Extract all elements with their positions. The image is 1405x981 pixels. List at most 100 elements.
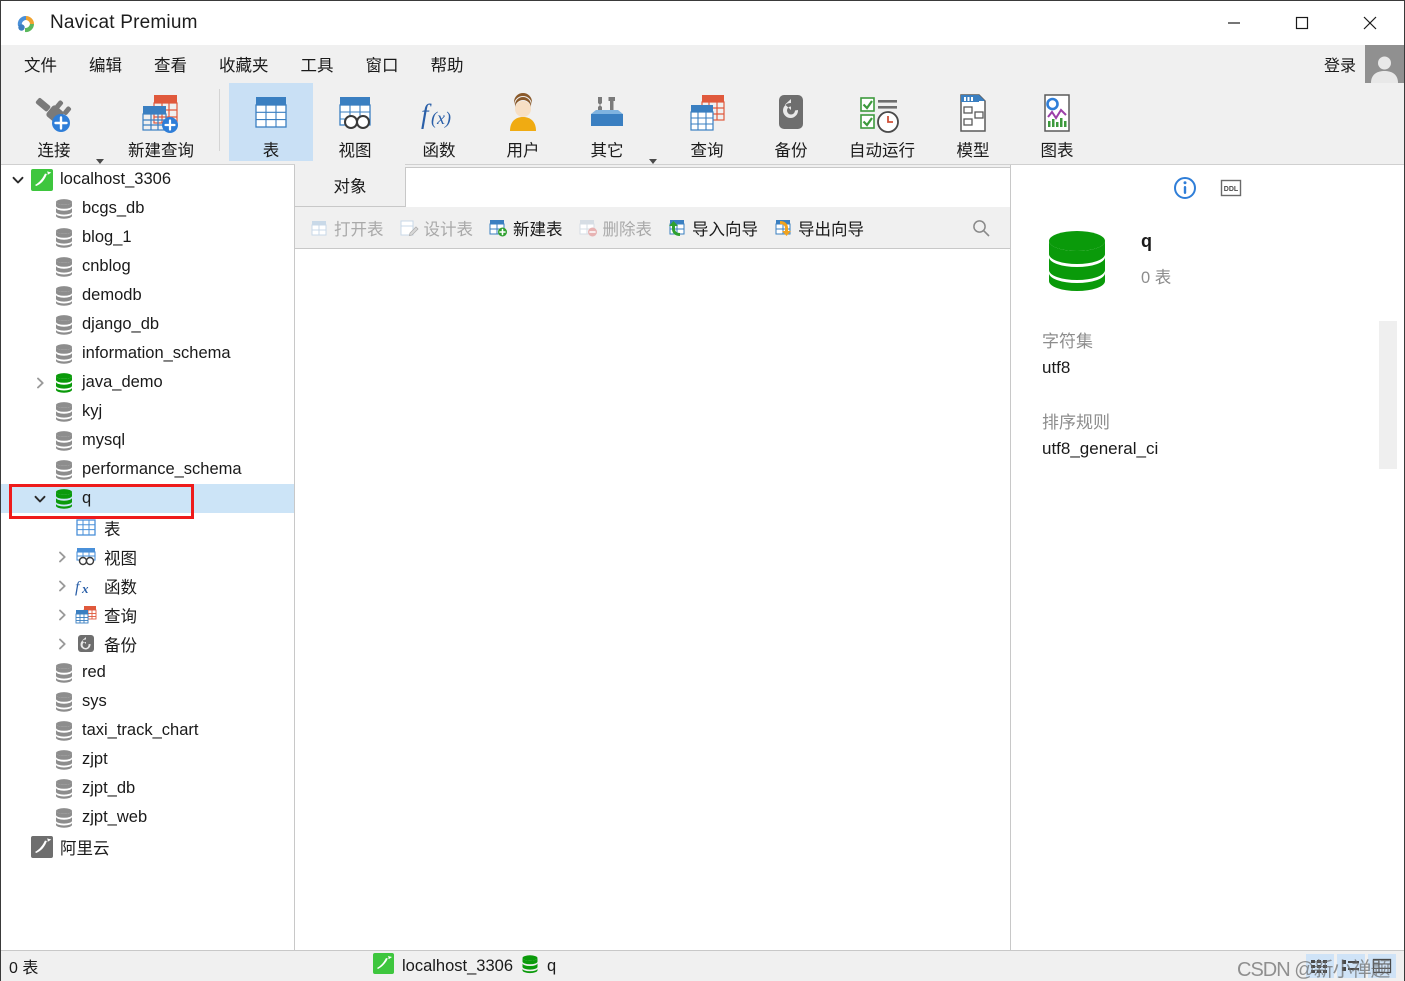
chevron-down-icon[interactable] — [29, 492, 51, 506]
tree-item-zjpt_db[interactable]: zjpt_db — [1, 774, 294, 803]
tree-item-performance_schema[interactable]: performance_schema — [1, 455, 294, 484]
open-table-button[interactable]: 打开表 — [301, 212, 391, 244]
main-body: localhost_3306 bcgs_db blog_1cnblog demodb d… — [1, 164, 1404, 950]
toolbar-button-automation[interactable]: 自动运行 — [833, 83, 931, 161]
tree-item-函数[interactable]: f x 函数 — [1, 571, 294, 600]
import-wizard-button[interactable]: 导入向导 — [659, 212, 765, 244]
toolbar-button-model[interactable]: 模型 — [931, 83, 1015, 161]
tree-item-localhost_3306[interactable]: localhost_3306 — [1, 165, 294, 194]
menu-view[interactable]: 查看 — [140, 49, 201, 79]
menu-favorites[interactable]: 收藏夹 — [205, 49, 283, 79]
toolbar-label-function: 函数 — [422, 142, 456, 160]
connection-tree-sidebar[interactable]: localhost_3306 bcgs_db blog_1cnblog demodb d… — [1, 165, 295, 950]
object-list-area[interactable] — [295, 249, 1010, 950]
tree-item-label: zjpt — [82, 750, 108, 768]
toolbar-button-chart[interactable]: 图表 — [1015, 83, 1099, 161]
mysql-connection-icon — [373, 953, 394, 979]
tree-item-label: zjpt_web — [82, 808, 148, 826]
tree-item-information_schema[interactable]: information_schema — [1, 339, 294, 368]
menu-tools[interactable]: 工具 — [287, 49, 348, 79]
database-gray-icon — [51, 227, 77, 249]
menu-file[interactable]: 文件 — [10, 49, 71, 79]
detail-view-icon[interactable] — [1368, 954, 1396, 978]
toolbar-button-query[interactable]: 查询 — [665, 83, 749, 161]
svg-text:(x): (x) — [431, 108, 451, 129]
connection-dropdown-caret-icon[interactable] — [96, 159, 112, 164]
tree-item-zjpt_web[interactable]: zjpt_web — [1, 803, 294, 832]
tree-item-mysql[interactable]: mysql — [1, 426, 294, 455]
toolbar-button-backup[interactable]: 备份 — [749, 83, 833, 161]
chevron-down-icon[interactable] — [7, 173, 29, 187]
toolbar-label-new-query: 新建查询 — [128, 142, 194, 160]
tree-item-java_demo[interactable]: java_demo — [1, 368, 294, 397]
toolbar-button-new-query[interactable]: 新建查询 — [112, 83, 210, 161]
toolbar-button-view[interactable]: 视图 — [313, 83, 397, 161]
tree-item-blog_1[interactable]: blog_1 — [1, 223, 294, 252]
tree-item-cnblog[interactable]: cnblog — [1, 252, 294, 281]
delete-table-button[interactable]: 删除表 — [570, 212, 660, 244]
tree-item-taxi_track_chart[interactable]: taxi_track_chart — [1, 716, 294, 745]
database-gray-icon — [51, 401, 77, 423]
tree-item-备份[interactable]: 备份 — [1, 629, 294, 658]
database-gray-icon — [51, 691, 77, 713]
menu-help[interactable]: 帮助 — [417, 49, 478, 79]
database-gray-icon — [51, 198, 77, 220]
new-table-button[interactable]: 新建表 — [480, 212, 570, 244]
database-gray-icon — [51, 343, 77, 365]
tree-item-kyj[interactable]: kyj — [1, 397, 294, 426]
chevron-right-icon[interactable] — [51, 550, 73, 564]
close-button[interactable] — [1336, 1, 1404, 45]
tree-item-查询[interactable]: 查询 — [1, 600, 294, 629]
chevron-right-icon[interactable] — [51, 608, 73, 622]
status-bar: 0 表 localhost_3306 q — [1, 950, 1404, 981]
tree-item-label: kyj — [82, 402, 103, 420]
mysql-connection-gray-icon — [29, 835, 55, 858]
tree-item-q[interactable]: q — [1, 484, 294, 513]
toolbar-button-table[interactable]: 表 — [229, 83, 313, 161]
view-folder-icon — [73, 547, 99, 567]
database-gray-icon — [51, 285, 77, 307]
tree-item-bcgs_db[interactable]: bcgs_db — [1, 194, 294, 223]
menu-window[interactable]: 窗口 — [352, 49, 413, 79]
toolbar-button-function[interactable]: f (x) 函数 — [397, 83, 481, 161]
collation-field: 排序规则 utf8_general_ci — [1011, 408, 1404, 459]
ddl-tab-button[interactable]: DDL — [1216, 173, 1246, 203]
user-avatar-icon[interactable] — [1365, 45, 1404, 83]
export-wizard-button[interactable]: 导出向导 — [765, 212, 871, 244]
object-toolbar: 打开表 设计表 新建表 删除表 导入向导 导出向导 — [295, 207, 1010, 249]
design-table-button[interactable]: 设计表 — [391, 212, 481, 244]
login-button[interactable]: 登录 — [1324, 52, 1356, 76]
tree-item-zjpt[interactable]: zjpt — [1, 745, 294, 774]
tree-item-label: cnblog — [82, 257, 131, 275]
chevron-right-icon[interactable] — [29, 376, 51, 390]
info-circle-icon[interactable] — [1170, 173, 1200, 203]
tree-item-label: mysql — [82, 431, 126, 449]
database-table-count: 0 表 — [1141, 268, 1172, 287]
tree-item-django_db[interactable]: django_db — [1, 310, 294, 339]
tree-item-阿里云[interactable]: 阿里云 — [1, 832, 294, 861]
tree-item-sys[interactable]: sys — [1, 687, 294, 716]
toolbar-button-other[interactable]: 其它 — [565, 83, 649, 161]
other-dropdown-caret-icon[interactable] — [649, 159, 665, 164]
database-gray-icon — [51, 662, 77, 684]
info-panel-scrollbar[interactable] — [1379, 321, 1397, 469]
grid-view-icon[interactable] — [1306, 954, 1334, 978]
login-area: 登录 — [1324, 45, 1404, 83]
tree-item-red[interactable]: red — [1, 658, 294, 687]
menu-edit[interactable]: 编辑 — [75, 49, 136, 79]
minimize-button[interactable] — [1200, 1, 1268, 45]
query-folder-icon — [73, 605, 99, 625]
toolbar-button-connection[interactable]: 连接 — [12, 83, 96, 161]
chevron-right-icon[interactable] — [51, 637, 73, 651]
tree-item-表[interactable]: 表 — [1, 513, 294, 542]
toolbar-button-user[interactable]: 用户 — [481, 83, 565, 161]
import-wizard-label: 导入向导 — [692, 220, 758, 239]
chevron-right-icon[interactable] — [51, 579, 73, 593]
search-icon[interactable] — [968, 215, 994, 241]
maximize-button[interactable] — [1268, 1, 1336, 45]
tab-objects[interactable]: 对象 — [295, 164, 405, 206]
menu-bar: 文件 编辑 查看 收藏夹 工具 窗口 帮助 登录 — [1, 45, 1404, 83]
tree-item-demodb[interactable]: demodb — [1, 281, 294, 310]
list-view-icon[interactable] — [1337, 954, 1365, 978]
tree-item-视图[interactable]: 视图 — [1, 542, 294, 571]
